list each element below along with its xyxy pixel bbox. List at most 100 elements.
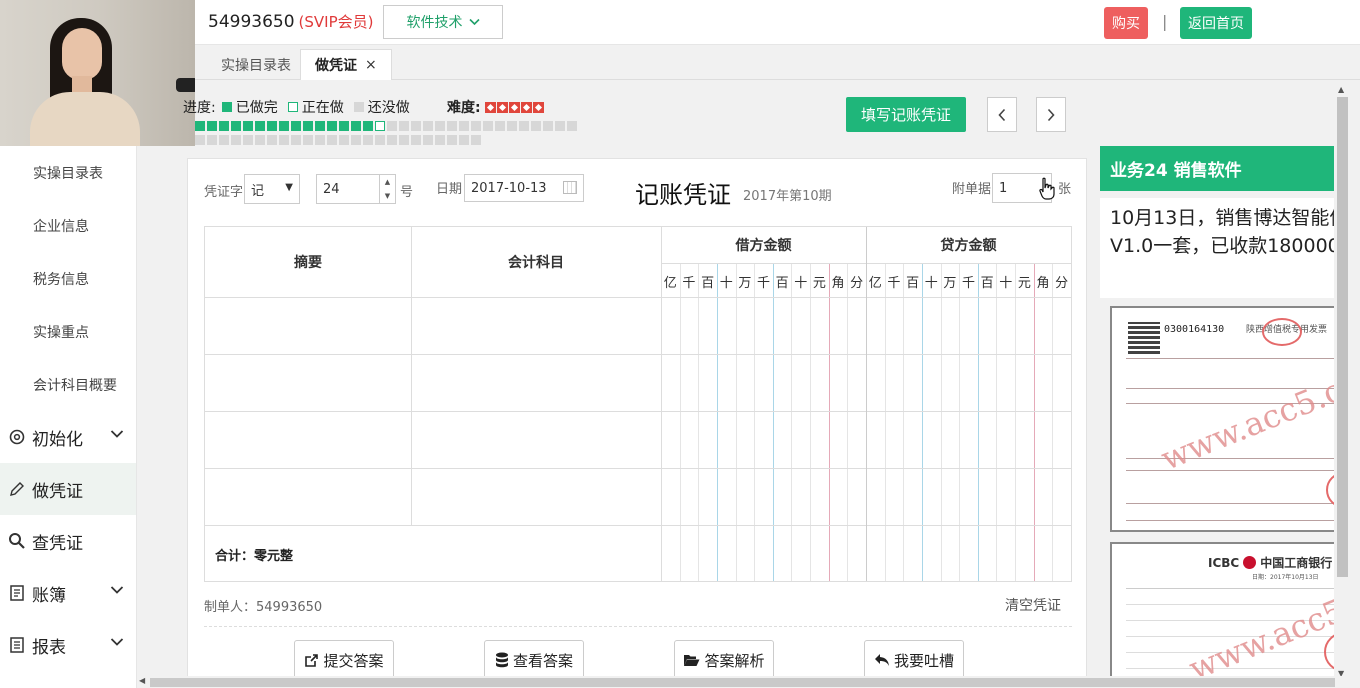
- bank-receipt-image[interactable]: ICBC 中国工商银行 日期：2017年10月13日 www.acc5.com: [1110, 542, 1348, 676]
- sidebar-item-tax-info[interactable]: 税务信息: [0, 252, 136, 305]
- progress-cell[interactable]: [375, 135, 385, 145]
- horizontal-scrollbar[interactable]: ◀: [137, 676, 1360, 688]
- progress-cell[interactable]: [483, 121, 493, 131]
- progress-cell[interactable]: [255, 135, 265, 145]
- gear-icon: [8, 428, 26, 446]
- chevron-down-icon: [110, 638, 124, 646]
- progress-cell[interactable]: [267, 121, 277, 131]
- progress-cell[interactable]: [423, 121, 433, 131]
- progress-cell[interactable]: [423, 135, 433, 145]
- clear-voucher-button[interactable]: 清空凭证: [1005, 595, 1061, 615]
- progress-cell[interactable]: [435, 135, 445, 145]
- progress-cell[interactable]: [327, 135, 337, 145]
- progress-cell[interactable]: [567, 121, 577, 131]
- progress-cell[interactable]: [279, 135, 289, 145]
- close-icon[interactable]: ×: [365, 57, 377, 73]
- progress-cell[interactable]: [207, 135, 217, 145]
- progress-cell[interactable]: [243, 121, 253, 131]
- sidebar-item-ledger[interactable]: 账簿: [0, 567, 136, 619]
- progress-cell[interactable]: [303, 121, 313, 131]
- answer-analysis-button[interactable]: 答案解析: [674, 640, 774, 680]
- progress-cell[interactable]: [303, 135, 313, 145]
- scroll-thumb[interactable]: [1337, 97, 1348, 577]
- progress-cell[interactable]: [363, 121, 373, 131]
- progress-cell[interactable]: [555, 121, 565, 131]
- progress-cell[interactable]: [411, 135, 421, 145]
- progress-cell[interactable]: [219, 135, 229, 145]
- progress-cell[interactable]: [447, 121, 457, 131]
- progress-cell[interactable]: [519, 121, 529, 131]
- vertical-scrollbar[interactable]: ▲ ▼: [1334, 85, 1350, 680]
- sidebar-item-key-points[interactable]: 实操重点: [0, 305, 136, 358]
- progress-cell[interactable]: [375, 121, 385, 131]
- buy-button[interactable]: 购买: [1104, 7, 1148, 39]
- progress-cell[interactable]: [495, 121, 505, 131]
- progress-cell[interactable]: [459, 121, 469, 131]
- progress-cell[interactable]: [459, 135, 469, 145]
- software-tech-dropdown[interactable]: 软件技术: [383, 5, 503, 39]
- sidebar-item-initialize[interactable]: 初始化: [0, 411, 136, 463]
- scroll-left-icon[interactable]: ◀: [139, 676, 145, 685]
- sidebar-item-reports[interactable]: 报表: [0, 619, 136, 671]
- progress-cell[interactable]: [291, 135, 301, 145]
- feedback-button[interactable]: 我要吐槽: [864, 640, 964, 680]
- next-button[interactable]: [1036, 97, 1066, 132]
- tab-practice-catalog[interactable]: 实操目录表: [207, 49, 305, 80]
- book-icon: [8, 584, 26, 602]
- icbc-logo-icon: [1243, 556, 1257, 569]
- progress-cell[interactable]: [507, 121, 517, 131]
- progress-cell[interactable]: [207, 121, 217, 131]
- scroll-up-icon[interactable]: ▲: [1338, 85, 1344, 94]
- progress-cell[interactable]: [231, 121, 241, 131]
- progress-cell[interactable]: [435, 121, 445, 131]
- progress-cell[interactable]: [315, 135, 325, 145]
- progress-cell[interactable]: [219, 121, 229, 131]
- caret-down-icon: ▼: [285, 182, 293, 193]
- sidebar-item-query-voucher[interactable]: 查凭证: [0, 515, 136, 567]
- progress-cell[interactable]: [243, 135, 253, 145]
- table-row[interactable]: [205, 412, 1071, 468]
- date-input[interactable]: 2017-10-13: [464, 174, 584, 202]
- fill-voucher-button[interactable]: 填写记账凭证: [846, 97, 966, 132]
- progress-cell[interactable]: [267, 135, 277, 145]
- progress-cell[interactable]: [411, 121, 421, 131]
- progress-cell[interactable]: [231, 135, 241, 145]
- progress-cell[interactable]: [195, 121, 205, 131]
- progress-cell[interactable]: [387, 135, 397, 145]
- progress-cell[interactable]: [351, 135, 361, 145]
- progress-cell[interactable]: [387, 121, 397, 131]
- table-row[interactable]: [205, 469, 1071, 525]
- progress-cell[interactable]: [255, 121, 265, 131]
- progress-cell[interactable]: [339, 121, 349, 131]
- progress-cell[interactable]: [339, 135, 349, 145]
- sidebar-item-make-voucher[interactable]: 做凭证: [0, 463, 136, 515]
- view-answer-button[interactable]: 查看答案: [484, 640, 584, 680]
- scroll-thumb[interactable]: [150, 678, 1335, 687]
- progress-cell[interactable]: [471, 121, 481, 131]
- sidebar-item-company-info[interactable]: 企业信息: [0, 199, 136, 252]
- progress-cell[interactable]: [351, 121, 361, 131]
- table-row[interactable]: [205, 355, 1071, 411]
- progress-cell[interactable]: [315, 121, 325, 131]
- invoice-image[interactable]: 0300164130 陕西增值税专用发票 No www.acc5.com: [1110, 306, 1348, 532]
- voucher-word-select[interactable]: 记 ▼: [244, 174, 300, 204]
- sidebar-item-account-overview[interactable]: 会计科目概要: [0, 358, 136, 411]
- sidebar-item-practice-catalog[interactable]: 实操目录表: [0, 146, 136, 199]
- progress-cell[interactable]: [543, 121, 553, 131]
- progress-cell[interactable]: [327, 121, 337, 131]
- tab-make-voucher[interactable]: 做凭证 ×: [300, 49, 392, 80]
- table-row[interactable]: [205, 298, 1071, 354]
- progress-cell[interactable]: [399, 135, 409, 145]
- submit-answer-button[interactable]: 提交答案: [294, 640, 394, 680]
- back-home-button[interactable]: 返回首页: [1180, 7, 1252, 39]
- progress-cell[interactable]: [447, 135, 457, 145]
- voucher-number-stepper[interactable]: 24 ▲ ▼: [316, 174, 396, 204]
- progress-cell[interactable]: [291, 121, 301, 131]
- progress-cell[interactable]: [195, 135, 205, 145]
- progress-cell[interactable]: [399, 121, 409, 131]
- progress-cell[interactable]: [531, 121, 541, 131]
- progress-cell[interactable]: [279, 121, 289, 131]
- previous-button[interactable]: [987, 97, 1017, 132]
- progress-cell[interactable]: [471, 135, 481, 145]
- progress-cell[interactable]: [363, 135, 373, 145]
